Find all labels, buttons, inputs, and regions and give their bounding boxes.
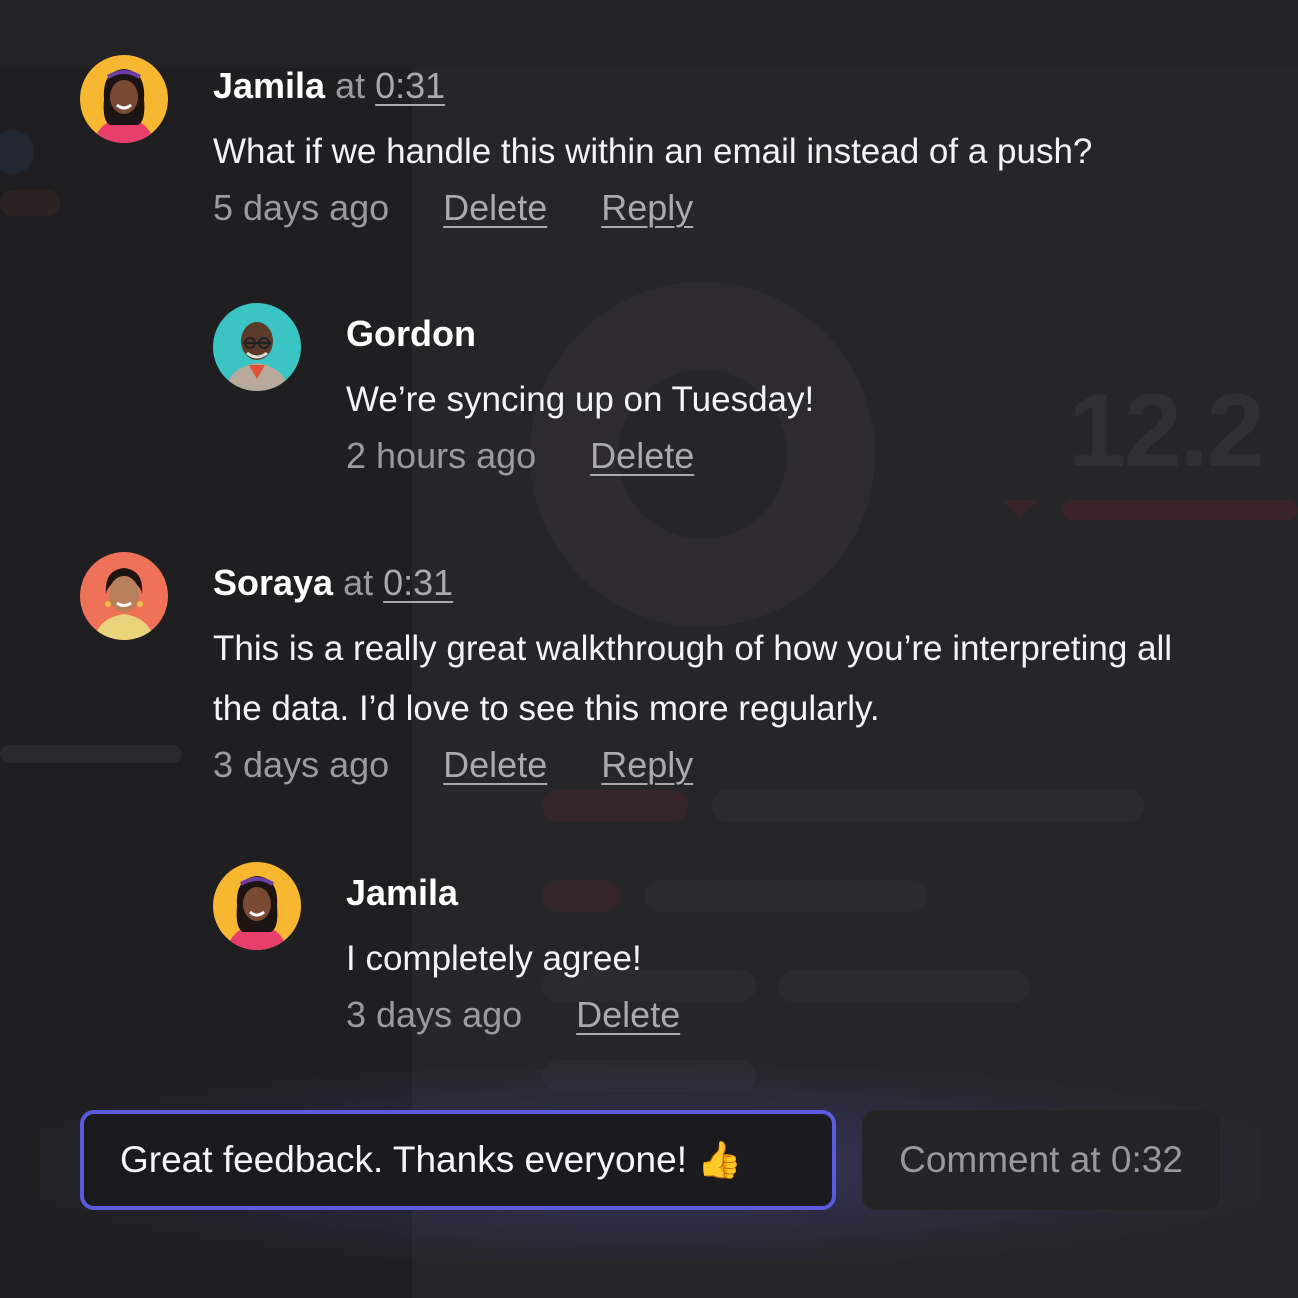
comment-submit-button[interactable]: Comment at 0:32: [862, 1110, 1220, 1210]
background-header: [0, 0, 1298, 68]
reply-1-1: Gordon We’re syncing up on Tuesday! 2 ho…: [346, 312, 814, 478]
avatar-gordon[interactable]: [213, 303, 301, 391]
delete-button[interactable]: Delete: [443, 744, 547, 785]
comment-text-line: This is a really great walkthrough of ho…: [213, 629, 1173, 668]
comment-text-line: I completely agree!: [346, 939, 642, 978]
comment-text-line: We’re syncing up on Tuesday!: [346, 380, 815, 419]
comment-header: Gordon: [346, 312, 814, 356]
comment-text: This is a really great walkthrough of ho…: [213, 619, 1172, 739]
avatar-jamila[interactable]: [213, 862, 301, 950]
comments-panel: 12.2 Jamila at 0:31 What if we handle th…: [0, 0, 1298, 1298]
reply-button[interactable]: Reply: [601, 744, 693, 785]
comment-1: Jamila at 0:31 What if we handle this wi…: [213, 64, 1092, 230]
author-name: Jamila: [346, 872, 459, 913]
comment-age: 3 days ago: [346, 994, 523, 1035]
comment-header: Jamila at 0:31: [213, 64, 1092, 108]
comment-text-line: the data. I’d love to see this more regu…: [213, 689, 880, 728]
avatar-jamila[interactable]: [80, 55, 168, 143]
background-red-bar: [1062, 500, 1298, 520]
delete-button[interactable]: Delete: [576, 994, 680, 1035]
reply-2-1: Jamila I completely agree! 3 days ago De…: [346, 871, 724, 1037]
at-label: at: [343, 562, 374, 603]
thumbs-up-icon: 👍: [696, 1139, 742, 1180]
background-bar: [542, 790, 688, 822]
comment-input[interactable]: Great feedback. Thanks everyone! 👍: [80, 1110, 836, 1210]
timestamp-link[interactable]: 0:31: [375, 65, 445, 106]
avatar-jamila-image: [80, 55, 168, 143]
comment-meta: 3 days ago Delete Reply: [213, 743, 1172, 787]
comment-age: 3 days ago: [213, 744, 390, 785]
background-left-dot: [0, 130, 34, 174]
comment-header: Soraya at 0:31: [213, 561, 1172, 605]
background-big-number: 12.2: [1068, 373, 1264, 489]
comment-2: Soraya at 0:31 This is a really great wa…: [213, 561, 1172, 787]
background-down-arrow-icon: [1004, 500, 1036, 520]
comment-text: I completely agree!: [346, 929, 724, 989]
author-name: Jamila: [213, 65, 326, 106]
avatar-soraya-image: [80, 552, 168, 640]
author-name: Soraya: [213, 562, 334, 603]
comment-meta: 5 days ago Delete Reply: [213, 186, 1092, 230]
author-name: Gordon: [346, 313, 476, 354]
timestamp-link[interactable]: 0:31: [383, 562, 453, 603]
comment-text: What if we handle this within an email i…: [213, 122, 1092, 182]
delete-button[interactable]: Delete: [443, 187, 547, 228]
delete-button[interactable]: Delete: [590, 435, 694, 476]
at-label: at: [335, 65, 366, 106]
background-left-line: [0, 745, 182, 763]
comment-text-line: What if we handle this within an email i…: [213, 132, 1093, 171]
background-bar: [778, 970, 1030, 1002]
background-left-bar: [0, 190, 60, 216]
avatar-gordon-image: [213, 303, 301, 391]
comment-header: Jamila: [346, 871, 724, 915]
comment-meta: 2 hours ago Delete: [346, 434, 814, 478]
comment-age: 5 days ago: [213, 187, 390, 228]
comment-input-value: Great feedback. Thanks everyone!: [120, 1139, 687, 1180]
comment-meta: 3 days ago Delete: [346, 993, 724, 1037]
comment-age: 2 hours ago: [346, 435, 537, 476]
background-bar: [712, 790, 1144, 822]
avatar-jamila-image: [213, 862, 301, 950]
comment-submit-label: Comment at 0:32: [899, 1139, 1183, 1180]
avatar-soraya[interactable]: [80, 552, 168, 640]
reply-button[interactable]: Reply: [601, 187, 693, 228]
comment-text: We’re syncing up on Tuesday!: [346, 370, 814, 430]
